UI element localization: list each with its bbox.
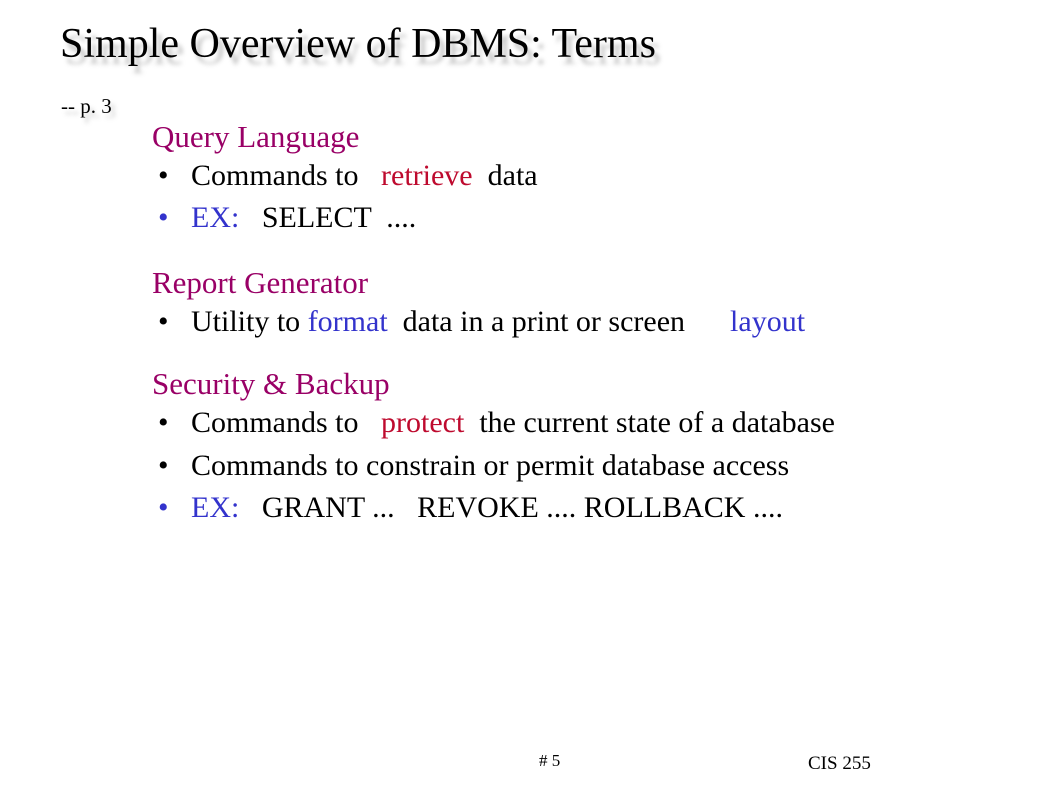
bullet-text-run: data in a print or screen — [387, 304, 686, 338]
bullet-dot-icon: • — [158, 158, 169, 192]
bullet-text-run: Commands to constrain or permit database… — [191, 448, 790, 482]
bullet-dot-icon: • — [158, 201, 169, 235]
group-heading: Security & Backup — [152, 366, 390, 402]
bullet-text-run: the current state of a database — [464, 405, 835, 439]
bullet-text-run: Commands to — [191, 158, 367, 192]
group-heading: Query Language — [152, 119, 360, 154]
bullet-text-run-emphasis: retrieve — [366, 158, 473, 192]
bullet-list: • Utility to format data in a print or s… — [152, 301, 982, 344]
bullet-text-run-label: EX: — [191, 201, 240, 235]
bullet-text-run: GRANT ... REVOKE .... ROLLBACK .... — [239, 491, 783, 525]
content-group-query-language: Query Language • Commands to retrieve da… — [152, 119, 982, 240]
slide-body: Query Language • Commands to retrieve da… — [152, 119, 982, 530]
bullet-list: • Commands to retrieve data • EX: SELECT… — [152, 155, 982, 240]
bullet-list: • Commands to protect the current state … — [152, 402, 982, 530]
group-heading: Report Generator — [152, 264, 369, 300]
footer-course-label: CIS 255 — [808, 753, 871, 774]
bullet-text-run: Utility to — [191, 304, 308, 338]
footer-slide-number: # 5 — [539, 751, 561, 770]
list-item: • EX: SELECT .... — [152, 197, 982, 240]
list-item: • EX: GRANT ... REVOKE .... ROLLBACK ...… — [152, 487, 982, 530]
bullet-text-run-emphasis: protect — [366, 405, 465, 439]
bullet-dot-icon: • — [158, 491, 169, 525]
bullet-text-run-label: EX: — [191, 491, 240, 525]
bullet-text-run: data — [472, 158, 538, 192]
bullet-text-run: SELECT .... — [239, 201, 417, 235]
content-group-security-backup: Security & Backup • Commands to protect … — [152, 366, 982, 530]
bullet-text-run-emphasis: layout — [685, 304, 806, 338]
page-title: Simple Overview of DBMS: Terms — [60, 21, 656, 67]
bullet-text-run: Commands to — [191, 405, 367, 439]
list-item: • Utility to format data in a print or s… — [152, 301, 982, 344]
bullet-dot-icon: • — [158, 304, 169, 338]
slide-canvas: Simple Overview of DBMS: Terms -- p. 3 Q… — [0, 0, 1062, 797]
bullet-text-run-emphasis: format — [307, 304, 388, 338]
bullet-dot-icon: • — [158, 448, 169, 482]
list-item: • Commands to retrieve data — [152, 155, 982, 198]
content-group-report-generator: Report Generator • Utility to format dat… — [152, 264, 982, 344]
page-reference-subtitle: -- p. 3 — [61, 94, 112, 118]
bullet-dot-icon: • — [158, 405, 169, 439]
list-item: • Commands to protect the current state … — [152, 402, 982, 445]
list-item: • Commands to constrain or permit databa… — [152, 445, 982, 488]
